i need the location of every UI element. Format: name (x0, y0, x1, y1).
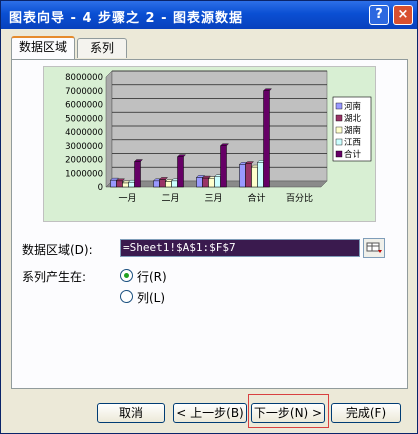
x-tick-label: 三月 (204, 193, 222, 204)
bar (239, 164, 246, 188)
bar (128, 181, 135, 188)
bar (208, 178, 215, 188)
bar (177, 156, 184, 188)
legend-swatch (335, 102, 343, 110)
highlight-box (248, 394, 329, 428)
legend-swatch (335, 114, 343, 122)
bar (263, 90, 270, 188)
data-range-label: 数据区域(D): (22, 243, 93, 257)
bar (159, 179, 166, 188)
y-tick-label: 6000000 (65, 101, 103, 111)
y-tick-label: 0 (98, 183, 103, 193)
range-collapse-icon (366, 242, 382, 253)
finish-button[interactable]: 完成(F) (331, 403, 401, 423)
y-tick-label: 2000000 (65, 156, 103, 166)
y-tick-label: 7000000 (65, 87, 103, 97)
bar (116, 180, 123, 188)
legend-label: 江西 (344, 138, 361, 148)
radio-columns[interactable] (120, 290, 133, 303)
legend-label: 合计 (344, 149, 362, 160)
bar (220, 145, 227, 188)
chart-side-wall (105, 70, 113, 188)
bar (110, 179, 117, 188)
radio-rows-label[interactable]: 行(R) (137, 268, 167, 285)
bar (202, 177, 209, 188)
y-tick-label: 8000000 (65, 73, 103, 83)
chart-wizard-dialog: 图表向导 - 4 步骤之 2 - 图表源数据 ? × 数据区域 系列 0 1000… (0, 0, 418, 434)
legend-swatch (335, 126, 343, 134)
bar (165, 181, 172, 188)
title-bar[interactable]: 图表向导 - 4 步骤之 2 - 图表源数据 ? × (1, 1, 417, 29)
radio-columns-label[interactable]: 列(L) (137, 289, 165, 306)
y-tick-label: 1000000 (65, 169, 103, 179)
legend-label: 河南 (344, 101, 361, 112)
window-title: 图表向导 - 4 步骤之 2 - 图表源数据 (9, 11, 244, 26)
back-button[interactable]: < 上一步(B) (173, 403, 247, 423)
tab-panel: 0 1000000 2000000 3000000 4000000 5000000 6000… (11, 59, 408, 389)
y-tick-label: 3000000 (65, 142, 103, 152)
cancel-button[interactable]: 取消 (97, 403, 165, 423)
tab-series[interactable]: 系列 (77, 38, 127, 58)
x-tick-label: 百分比 (286, 192, 313, 204)
radio-rows[interactable] (120, 269, 133, 282)
chart-preview: 0 1000000 2000000 3000000 4000000 5000000 6000… (43, 66, 376, 222)
tab-data-range[interactable]: 数据区域 (11, 36, 75, 59)
bar (196, 177, 203, 188)
legend-swatch (335, 138, 343, 146)
y-tick-label: 4000000 (65, 128, 103, 138)
bar (134, 161, 141, 188)
data-range-input[interactable]: =Sheet1!$A$1:$F$7 (120, 239, 360, 257)
bar (251, 166, 258, 188)
legend-swatch (335, 150, 343, 158)
x-tick-label: 一月 (118, 193, 136, 204)
legend-label: 湖南 (344, 125, 361, 136)
bar (153, 180, 160, 188)
legend-label: 湖北 (344, 114, 362, 124)
y-tick-label: 5000000 (65, 114, 103, 124)
close-button[interactable]: × (393, 5, 413, 25)
bar (171, 180, 178, 188)
help-button[interactable]: ? (369, 5, 389, 25)
x-tick-label: 合计 (247, 192, 265, 204)
chart-svg: 0 1000000 2000000 3000000 4000000 5000000 6000… (65, 70, 372, 204)
bar (257, 162, 264, 188)
bar (214, 176, 221, 188)
bar (245, 163, 252, 188)
range-collapse-button[interactable] (363, 238, 385, 258)
series-in-label: 系列产生在: (22, 270, 87, 284)
x-tick-label: 二月 (161, 193, 179, 204)
bar (122, 182, 129, 188)
